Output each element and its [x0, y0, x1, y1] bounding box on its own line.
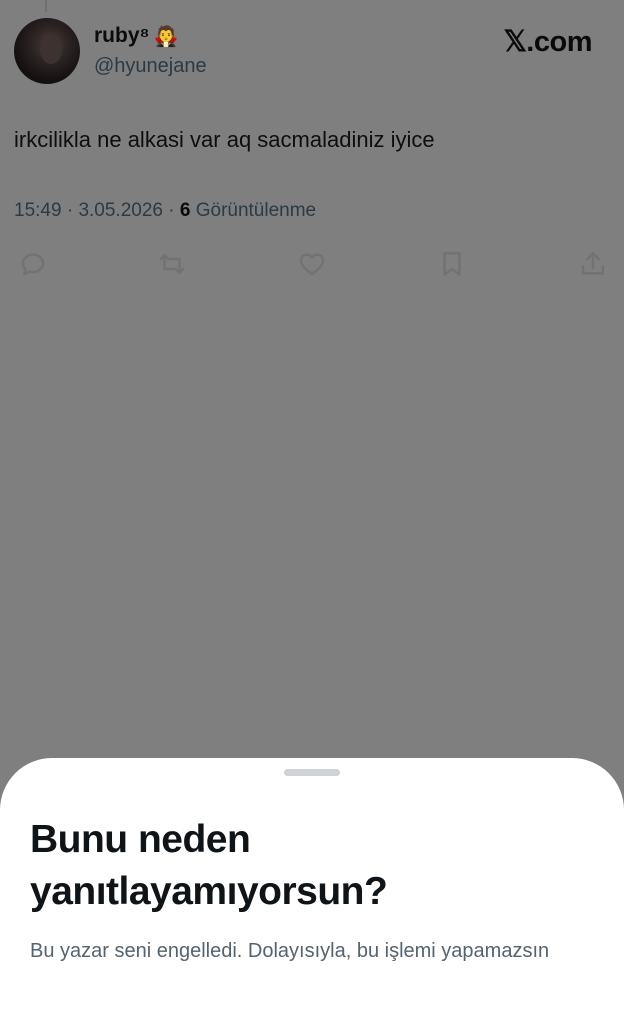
user-handle[interactable]: @hyunejane	[94, 55, 207, 78]
sheet-grabber-handle[interactable]	[284, 769, 340, 776]
retweet-icon[interactable]	[155, 247, 189, 281]
meta-separator: ·	[66, 200, 74, 221]
reply-icon[interactable]	[16, 247, 50, 281]
share-icon[interactable]	[576, 247, 610, 281]
avatar[interactable]	[14, 18, 80, 84]
meta-separator: ·	[168, 200, 175, 221]
tweet-text: irkcilikla ne alkasi var aq sacmaladiniz…	[14, 127, 435, 152]
tweet-date[interactable]: 3.05.2026	[78, 200, 163, 221]
tweet-meta: 15:49 · 3.05.2026 · 6 Görüntülenme	[14, 200, 316, 222]
bottom-sheet: Bunu neden yanıtlayamıyorsun? Bu yazar s…	[0, 758, 624, 1024]
sheet-body: Bu yazar seni engelledi. Dolayısıyla, bu…	[30, 940, 550, 962]
tweet-actions	[14, 247, 610, 283]
heart-icon[interactable]	[295, 247, 329, 281]
display-name[interactable]: ruby⁸	[94, 24, 149, 48]
sheet-title: Bunu neden yanıtlayamıyorsun?	[30, 818, 388, 913]
x-com-logo: 𝕏.com	[503, 26, 592, 58]
vampire-emoji-icon: 🧛	[153, 24, 179, 48]
tweet-time[interactable]: 15:49	[14, 200, 62, 221]
tweet-header: ruby⁸ 🧛 @hyunejane 𝕏.com	[14, 18, 610, 88]
display-name-row[interactable]: ruby⁸ 🧛	[94, 24, 178, 48]
views-label: Görüntülenme	[195, 200, 317, 221]
bookmark-icon[interactable]	[435, 247, 469, 281]
thread-connector-line	[45, 0, 47, 12]
views-count: 6	[179, 200, 191, 221]
